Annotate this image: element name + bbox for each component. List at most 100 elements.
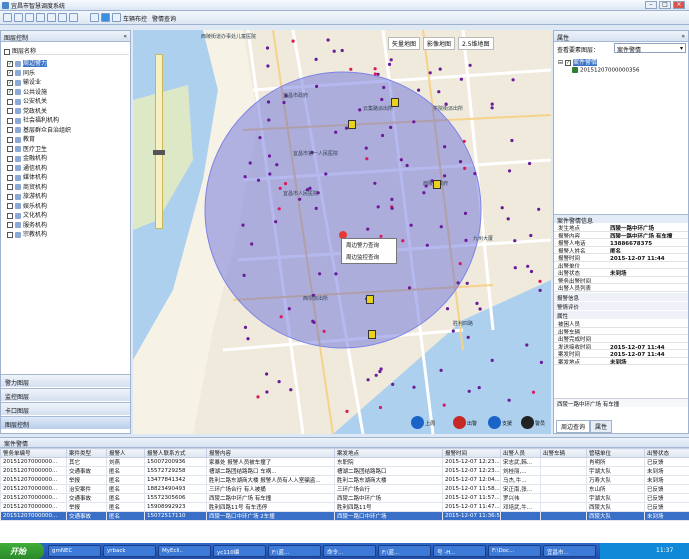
poi-dot[interactable] [248,161,252,165]
poi-dot[interactable] [407,286,412,290]
officer-tool-icon[interactable] [521,416,534,429]
police-unit-icon[interactable] [366,295,374,304]
alarm-query-button[interactable]: 警情查询 [152,14,176,23]
layer-item[interactable]: 基层群众自治组织 [7,125,71,134]
poi-dot[interactable] [380,133,385,138]
search-radius-circle[interactable] [204,71,482,349]
car-control-button[interactable]: 车辆布控 [123,14,147,23]
poi-dot[interactable] [456,281,460,285]
imagery-map-tab[interactable]: 影像地图 [423,37,456,50]
poi-dot[interactable] [282,100,286,105]
poi-dot[interactable] [334,130,338,134]
poi-dot[interactable] [537,207,541,211]
poi-dot[interactable] [526,264,530,268]
poi-dot[interactable] [507,398,511,402]
zoom-slider-handle[interactable] [153,150,165,155]
select-all-checkbox[interactable] [4,48,10,55]
layer-item[interactable]: 社会福利机构 [7,115,59,124]
poi-dot[interactable] [468,63,472,67]
poi-dot[interactable] [458,160,463,164]
accordion-layer-control[interactable]: 图层控制 [1,416,130,429]
poi-dot[interactable] [358,108,362,112]
police-unit-icon[interactable] [368,330,376,339]
poi-dot[interactable] [315,84,319,88]
poi-dot[interactable] [428,71,432,75]
poi-dot[interactable] [389,125,393,129]
poi-dot[interactable] [507,169,512,173]
layer-checkbox[interactable] [7,146,13,152]
tree-checkbox[interactable]: ✓ [564,59,571,66]
map-view[interactable]: 矢量地图 影像地图 2.5维地图 周边警力查询 周边监控查询 西陵街道办事处儿童… [133,30,551,434]
poi-dot[interactable] [438,67,442,71]
layer-item[interactable]: 商贸机构 [7,182,47,191]
layer-checkbox[interactable] [7,98,13,105]
tree-child-label[interactable]: 20151207000000356 [580,68,640,74]
poi-dot[interactable] [278,186,282,190]
poi-dot[interactable] [274,220,278,224]
taskbar-item[interactable]: F:\Doc... [488,545,541,557]
column-header[interactable]: 报警内容 [206,448,335,458]
poi-dot[interactable] [277,207,281,211]
poi-dot[interactable] [241,223,245,227]
poi-dot[interactable] [439,368,443,372]
poi-dot[interactable] [539,360,543,364]
refresh-icon[interactable] [101,13,110,22]
section-attribute[interactable]: 属性 [554,311,688,320]
poi-dot[interactable] [417,88,421,92]
poi-dot[interactable] [243,325,248,329]
poi-dot[interactable] [314,57,318,61]
poi-dot[interactable] [443,174,447,178]
poi-dot[interactable] [345,409,349,413]
layer-item[interactable]: 文化机构 [7,210,47,219]
poi-dot[interactable] [373,181,377,185]
poi-dot[interactable] [467,389,471,393]
table-row[interactable]: 20151207000000... 举报 匿名 15908992923 胜利四路11号 … [0,502,689,512]
taskbar-item[interactable]: 宜昌市... [543,545,596,557]
poi-dot[interactable] [267,118,271,122]
poi-dot[interactable] [500,206,504,210]
pan-tool-icon[interactable] [14,13,23,22]
layer-item[interactable]: 党政机关 [7,106,47,115]
police-unit-icon[interactable] [433,180,441,189]
layer-item[interactable]: 宗教机构 [7,229,47,238]
table-row[interactable]: 20151207000000... 交通事故 匿名 15572305606 西陵二路中环… [0,493,689,503]
layer-checkbox[interactable] [7,117,13,124]
poi-dot[interactable] [373,67,377,71]
layer-item[interactable]: 教育 [7,134,35,143]
poi-dot[interactable] [268,172,272,176]
minimize-button[interactable]: – [645,1,657,9]
circle-select-icon[interactable] [58,13,67,22]
table-row[interactable]: 20151207000000... 其它 刘燕 15007200936 家暴处 报警人员… [0,457,689,467]
poi-dot[interactable] [475,301,479,305]
poi-dot[interactable] [256,395,260,399]
poi-dot[interactable] [243,175,247,179]
poi-dot[interactable] [390,197,394,201]
layer-item[interactable]: ✓ 公共设施 [7,87,47,96]
taskbar-item[interactable]: gmNEC [48,545,101,557]
poi-dot[interactable] [387,62,392,66]
car-icon[interactable] [112,13,121,22]
layer-item[interactable]: 娱乐机构 [7,201,47,210]
poi-dot[interactable] [380,97,384,102]
poi-dot[interactable] [287,307,291,311]
layer-checkbox[interactable] [7,184,13,190]
poi-dot[interactable] [531,390,536,394]
poi-dot[interactable] [490,102,494,106]
poi-dot[interactable] [279,315,283,319]
poi-dot[interactable] [266,64,270,68]
poi-dot[interactable] [490,358,494,362]
accordion-checkpoint[interactable]: 卡口图层 [1,402,130,415]
tree-root-label[interactable]: 案件警情 [572,59,597,66]
poi-dot[interactable] [439,225,443,229]
query-layer-select[interactable]: 案件警情 ▾ [614,43,686,54]
poi-dot[interactable] [442,403,446,407]
support-tool-icon[interactable] [488,416,501,429]
layer-checkbox[interactable]: ✓ [7,79,13,86]
column-header[interactable]: 出警人员 [500,448,541,458]
layer-item[interactable]: ✓ 同乐 [7,68,35,77]
section-report[interactable]: 报警信息 [554,293,688,302]
taskbar-item[interactable]: F:\蓝... [268,545,321,557]
taskbar-item[interactable]: yrback [103,545,156,557]
taskbar-item[interactable]: 命令... [323,545,376,557]
layer-checkbox[interactable]: ✓ [7,89,13,95]
